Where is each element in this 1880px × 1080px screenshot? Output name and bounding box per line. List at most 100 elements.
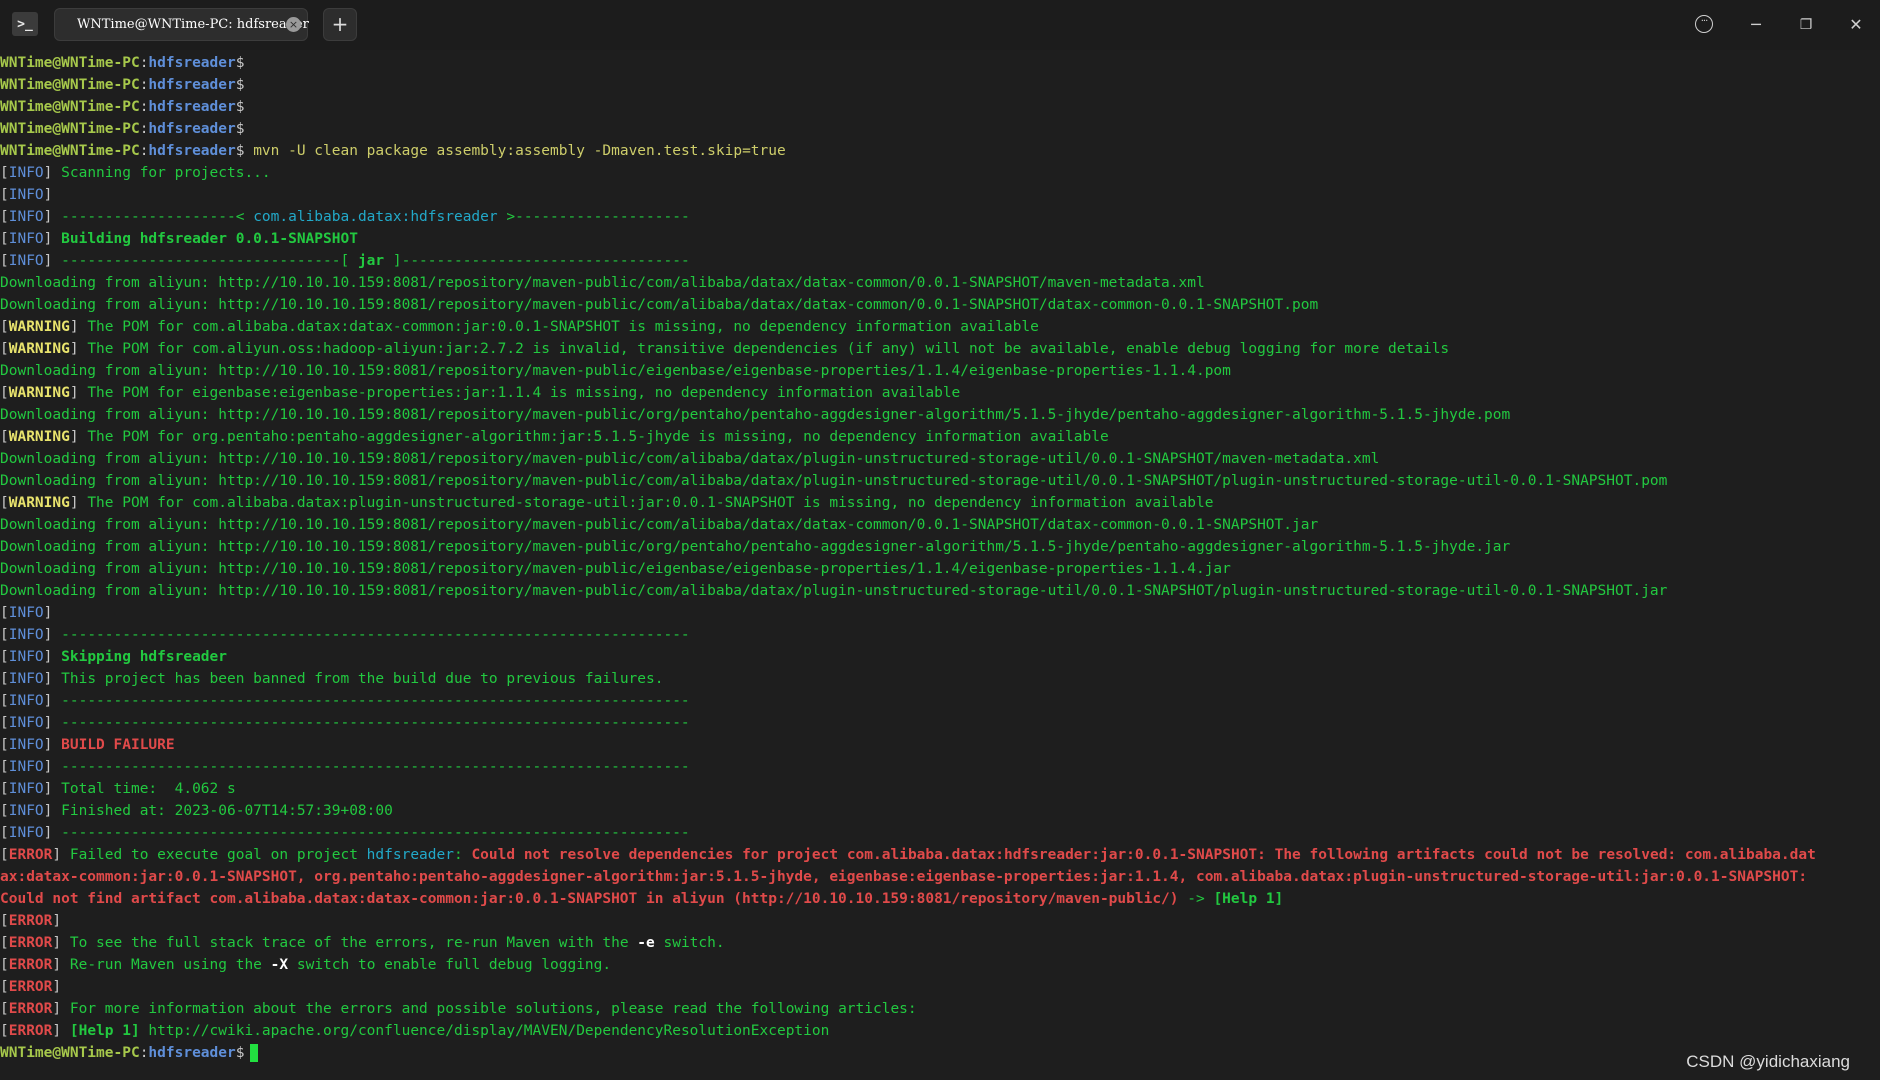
close-button[interactable]: ✕ [1838, 10, 1874, 40]
terminal-text: [ [0, 1001, 9, 1017]
terminal-text: hdfsreader [148, 77, 236, 93]
terminal-text: WARNING [8, 341, 70, 357]
terminal-line: Downloading from aliyun: http://10.10.10… [0, 404, 1880, 426]
terminal-text: [ [0, 429, 9, 445]
terminal-text: ] [43, 627, 62, 643]
terminal-text: switch to enable full debug logging. [288, 957, 612, 973]
terminal-text: switch. [654, 935, 725, 951]
terminal-text: hdfsreader [148, 121, 236, 137]
tab-title: WNTime@WNTime-PC: hdfsreader [77, 17, 309, 32]
terminal-line: Downloading from aliyun: http://10.10.10… [0, 580, 1880, 602]
terminal-text: Downloading from aliyun: http://10.10.10… [0, 363, 1231, 379]
terminal-text: [ [0, 847, 9, 863]
terminal-text: ] [43, 693, 62, 709]
terminal-line: WNTime@WNTime-PC:hdfsreader$ mvn -U clea… [0, 140, 1880, 162]
terminal-text: The POM for org.pentaho:pentaho-aggdesig… [87, 429, 1109, 445]
terminal-text: [ [0, 605, 9, 621]
terminal-text: This project has been banned from the bu… [61, 671, 664, 687]
terminal-line: [WARNING] The POM for com.aliyun.oss:had… [0, 338, 1880, 360]
terminal-text: The POM for com.alibaba.datax:datax-comm… [87, 319, 1039, 335]
terminal-text: ERROR [8, 847, 53, 863]
tab-hdfsreader[interactable]: WNTime@WNTime-PC: hdfsreader × [54, 8, 309, 41]
terminal-line: [WARNING] The POM for eigenbase:eigenbas… [0, 382, 1880, 404]
terminal-text: ] [52, 1001, 70, 1017]
terminal-line: Downloading from aliyun: http://10.10.10… [0, 294, 1880, 316]
terminal-text: To see the full stack trace of the error… [69, 935, 638, 951]
terminal-text: [ [0, 693, 9, 709]
terminal-line: [INFO] ---------------------------------… [0, 712, 1880, 734]
terminal-text: The POM for eigenbase:eigenbase-properti… [87, 385, 961, 401]
terminal-text: [ [0, 165, 9, 181]
terminal-line: WNTime@WNTime-PC:hdfsreader$ [0, 1042, 1880, 1064]
terminal-text: Building hdfsreader 0.0.1-SNAPSHOT [61, 231, 358, 247]
terminal-text: ]--------------------------------- [384, 253, 690, 269]
terminal-text: ] [69, 385, 88, 401]
terminal-line: Downloading from aliyun: http://10.10.10… [0, 448, 1880, 470]
terminal-line: [INFO] ---------------------------------… [0, 624, 1880, 646]
terminal-text: WNTime@WNTime-PC [0, 121, 140, 137]
terminal-text: ] [69, 341, 88, 357]
terminal-line: WNTime@WNTime-PC:hdfsreader$ [0, 118, 1880, 140]
terminal-text: ERROR [8, 913, 53, 929]
terminal-text: Downloading from aliyun: http://10.10.10… [0, 275, 1205, 291]
terminal-line: Could not find artifact com.alibaba.data… [0, 888, 1880, 910]
terminal-text: ] [43, 803, 62, 819]
terminal-text: ] [43, 209, 62, 225]
restore-button[interactable]: ❐ [1788, 10, 1824, 40]
terminal-line: [INFO] ---------------------------------… [0, 756, 1880, 778]
terminal-line: WNTime@WNTime-PC:hdfsreader$ [0, 52, 1880, 74]
terminal-text: jar [357, 253, 385, 269]
terminal-line: [INFO] BUILD FAILURE [0, 734, 1880, 756]
new-tab-button[interactable]: + [323, 8, 357, 41]
terminal-line: [INFO] ---------------------------------… [0, 822, 1880, 844]
terminal-line: [ERROR] Failed to execute goal on projec… [0, 844, 1880, 866]
terminal-text: ] [43, 781, 62, 797]
tab-close-icon[interactable]: × [286, 17, 301, 32]
terminal-line: [INFO] [0, 602, 1880, 624]
terminal-text: [ [0, 803, 9, 819]
terminal-line: ax:datax-common:jar:0.0.1-SNAPSHOT, org.… [0, 866, 1880, 888]
terminal-text: INFO [8, 803, 44, 819]
terminal-text: INFO [8, 627, 44, 643]
terminal-text: [ [0, 781, 9, 797]
terminal-text: --------------------< [61, 209, 254, 225]
terminal-text: ] [43, 605, 53, 621]
terminal-text: ----------------------------------------… [61, 715, 690, 731]
terminal-text: ] [43, 759, 62, 775]
terminal-text: -X [270, 957, 289, 973]
terminal-text: [ [0, 671, 9, 687]
terminal-line: [INFO] Skipping hdfsreader [0, 646, 1880, 668]
terminal-text: INFO [8, 759, 44, 775]
terminal-text: : [453, 847, 472, 863]
terminal-text: INFO [8, 165, 44, 181]
minimize-button[interactable]: ─ [1738, 10, 1774, 40]
terminal-text: INFO [8, 253, 44, 269]
terminal-text: Downloading from aliyun: http://10.10.10… [0, 517, 1319, 533]
terminal-text: mvn -U clean package assembly:assembly -… [244, 143, 786, 159]
terminal-text: ] [43, 253, 62, 269]
terminal-text: com.alibaba.datax:hdfsreader [253, 209, 498, 225]
terminal-text: [Help 1] [1213, 891, 1284, 907]
terminal-text: INFO [8, 671, 44, 687]
terminal-line: [ERROR] To see the full stack trace of t… [0, 932, 1880, 954]
terminal-text: ] [43, 165, 62, 181]
terminal-text: WARNING [8, 429, 70, 445]
terminal-line: WNTime@WNTime-PC:hdfsreader$ [0, 96, 1880, 118]
terminal-line: [INFO] --------------------------------[… [0, 250, 1880, 272]
terminal-text: ] [69, 495, 88, 511]
terminal-text: Total time: 4.062 s [61, 781, 236, 797]
terminal-line: Downloading from aliyun: http://10.10.10… [0, 360, 1880, 382]
terminal-icon[interactable]: >_ [12, 12, 38, 36]
terminal-text: INFO [8, 649, 44, 665]
terminal-text: $ [235, 121, 245, 137]
terminal-text: ERROR [8, 979, 53, 995]
terminal-cursor [250, 1044, 259, 1062]
title-bar: >_ WNTime@WNTime-PC: hdfsreader × + ··· … [0, 0, 1880, 50]
more-options-icon[interactable]: ··· [1695, 15, 1713, 33]
terminal-text: ] [43, 825, 62, 841]
terminal-text: ] [52, 1023, 70, 1039]
terminal-text: WARNING [8, 319, 70, 335]
terminal-text: ] [52, 847, 70, 863]
terminal-text: >-------------------- [497, 209, 690, 225]
terminal-output[interactable]: WNTime@WNTime-PC:hdfsreader$ WNTime@WNTim… [0, 52, 1880, 1072]
